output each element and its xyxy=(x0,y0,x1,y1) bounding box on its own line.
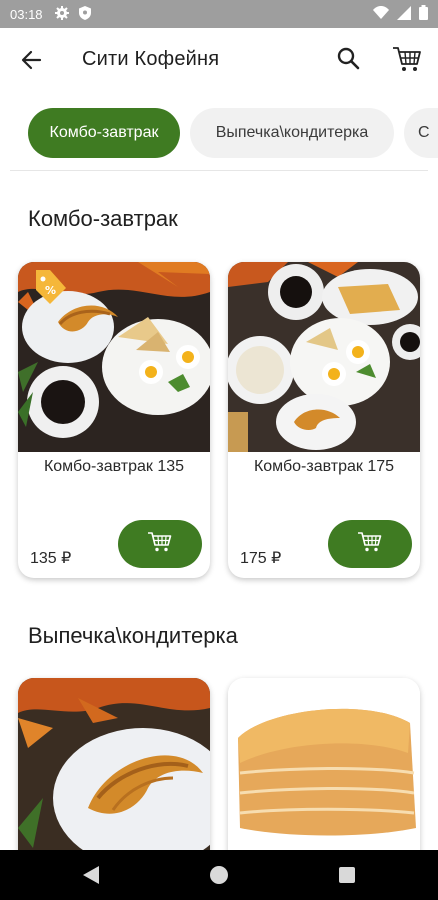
system-nav-bar xyxy=(0,850,438,900)
section-title-pastry: Выпечка\кондитерка xyxy=(28,623,238,648)
nav-back-icon[interactable] xyxy=(82,865,100,890)
cart-icon xyxy=(357,530,383,559)
product-card[interactable] xyxy=(228,678,420,878)
divider xyxy=(10,170,428,171)
product-card[interactable] xyxy=(18,678,210,878)
cart-icon xyxy=(147,530,173,559)
back-arrow-icon[interactable] xyxy=(18,46,46,74)
croissant-photo xyxy=(18,678,210,868)
product-name: Комбо-завтрак 135 xyxy=(43,458,185,475)
product-card[interactable]: % Комбо-завтрак 135 135 ₽ xyxy=(18,262,210,578)
shield-icon xyxy=(78,5,91,23)
add-to-cart-button[interactable] xyxy=(118,520,202,568)
puff-pastry-photo xyxy=(228,678,420,868)
section-title-combo: Комбо-завтрак xyxy=(28,206,178,231)
breakfast-porridge-eggs-croissant-photo xyxy=(228,262,420,452)
cart-icon[interactable] xyxy=(390,42,424,76)
breakfast-croissant-eggs-coffee-photo: % xyxy=(18,262,210,452)
svg-text:%: % xyxy=(45,284,56,297)
chip-label: Комбо-завтрак xyxy=(49,124,159,141)
category-chips: Комбо-завтрак Выпечка\кондитерка С xyxy=(0,108,438,162)
gear-icon xyxy=(54,5,69,23)
add-to-cart-button[interactable] xyxy=(328,520,412,568)
product-price: 175 ₽ xyxy=(240,550,282,567)
chip-label: С xyxy=(418,124,430,141)
search-icon[interactable] xyxy=(334,44,364,74)
signal-icon xyxy=(397,5,411,23)
battery-icon xyxy=(419,5,428,23)
chip-pastry[interactable]: Выпечка\кондитерка xyxy=(190,108,394,158)
chip-label: Выпечка\кондитерка xyxy=(215,124,369,141)
product-price: 135 ₽ xyxy=(30,550,72,567)
nav-recents-icon[interactable] xyxy=(339,867,355,883)
chip-combo-breakfast[interactable]: Комбо-завтрак xyxy=(28,108,180,158)
product-card[interactable]: Комбо-завтрак 175 175 ₽ xyxy=(228,262,420,578)
nav-home-icon[interactable] xyxy=(210,866,228,884)
chip-more[interactable]: С xyxy=(404,108,438,158)
wifi-icon xyxy=(373,6,389,22)
app-bar: Сити Кофейня xyxy=(0,28,438,92)
product-name: Комбо-завтрак 175 xyxy=(253,458,395,475)
page-title: Сити Кофейня xyxy=(82,48,220,70)
status-bar: 03:18 xyxy=(0,0,438,28)
status-time: 03:18 xyxy=(10,6,43,22)
